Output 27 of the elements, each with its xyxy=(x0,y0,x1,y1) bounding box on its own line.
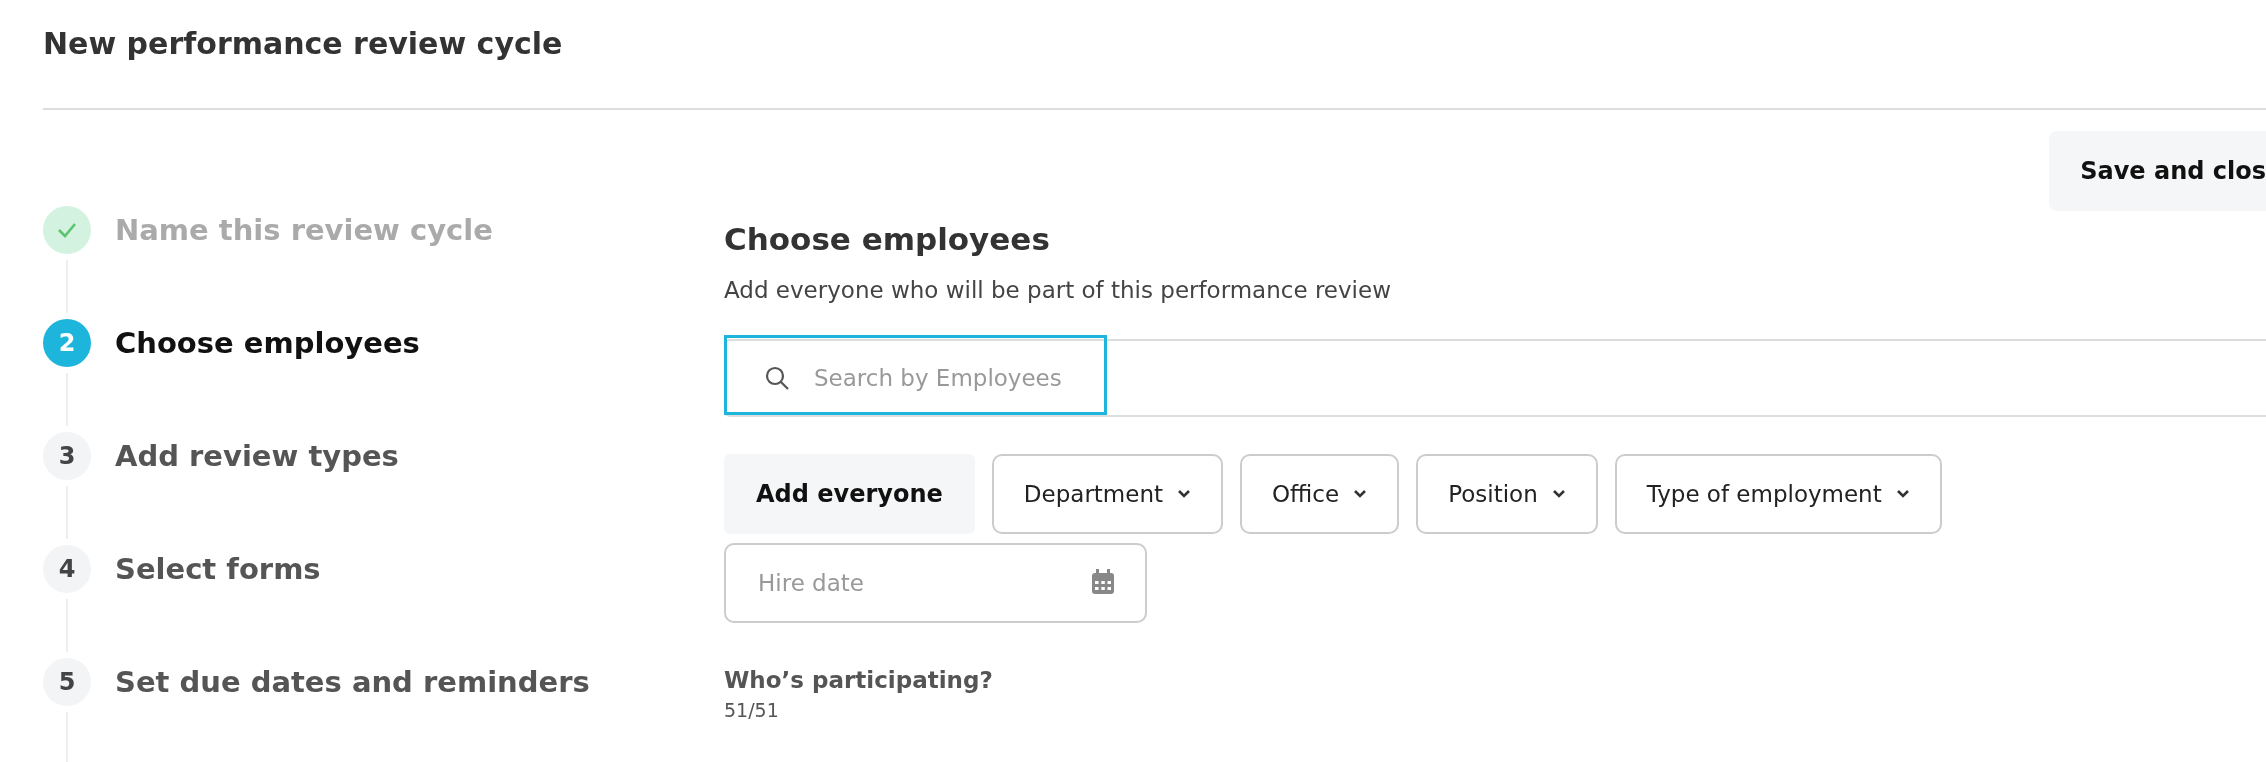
filter-dropdown[interactable]: Department xyxy=(991,454,1223,534)
chevron-down-icon xyxy=(1177,489,1191,499)
step-label[interactable]: Choose employees xyxy=(115,319,420,367)
step-number: 2 xyxy=(43,319,91,367)
step-label[interactable]: Select forms xyxy=(115,545,321,593)
filter-dropdown[interactable]: Position xyxy=(1416,454,1598,534)
section-subtitle: Add everyone who will be part of this performance review xyxy=(724,277,1392,303)
step-label[interactable]: Set due dates and reminders xyxy=(115,658,590,706)
hire-date-field[interactable]: Hire date xyxy=(724,543,1147,623)
chevron-down-icon xyxy=(1353,489,1368,499)
step-label[interactable]: Add review types xyxy=(115,432,399,480)
step-number: 4 xyxy=(43,545,91,593)
chevron-down-icon xyxy=(1551,489,1566,499)
filter-dropdown[interactable]: Office xyxy=(1240,454,1400,534)
filter-dropdown[interactable]: Type of employment xyxy=(1614,454,1942,534)
search-icon xyxy=(764,365,790,391)
step-number: 5 xyxy=(43,658,91,706)
participants-count: 51/51 xyxy=(724,699,780,721)
search-field[interactable]: Search by Employees xyxy=(724,339,2266,417)
step-number: 3 xyxy=(43,432,91,480)
participants-heading: Who’s participating? xyxy=(724,667,994,693)
page-title: New performance review cycle xyxy=(42,25,564,63)
chevron-down-icon xyxy=(1895,489,1910,499)
calendar-icon xyxy=(1091,569,1115,595)
section-title: Choose employees xyxy=(724,221,1051,257)
save-and-close-button[interactable]: Save and clos xyxy=(2049,131,2266,211)
add-everyone-button[interactable]: Add everyone xyxy=(724,454,975,534)
